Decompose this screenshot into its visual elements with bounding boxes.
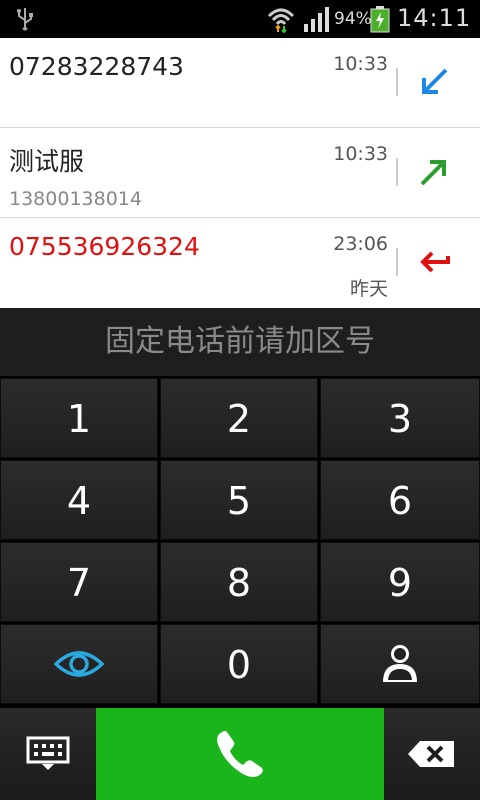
key-2[interactable]: 2: [160, 378, 318, 458]
phone-icon: [217, 731, 263, 777]
call-log-item[interactable]: 075536926324 23:06 昨天: [0, 218, 480, 307]
key-6[interactable]: 6: [320, 460, 480, 540]
missed-call-icon[interactable]: [416, 244, 452, 280]
keyboard-toggle-button[interactable]: [0, 708, 96, 800]
wifi-icon: [267, 8, 295, 34]
bottom-bar: [0, 708, 480, 800]
call-log-item[interactable]: 测试服 13800138014 10:33: [0, 128, 480, 218]
area-code-hint: 固定电话前请加区号: [0, 308, 480, 378]
call-number: 075536926324: [9, 232, 200, 261]
key-8[interactable]: 8: [160, 542, 318, 622]
outgoing-call-icon[interactable]: [416, 154, 452, 190]
battery-charging-icon: [370, 6, 390, 33]
call-contact-name: 测试服: [9, 147, 85, 176]
divider: [396, 248, 398, 276]
key-1[interactable]: 1: [0, 378, 158, 458]
call-date: 昨天: [349, 278, 388, 300]
dialpad: 1 2 3 4 5 6 7 8 9 0: [0, 378, 480, 706]
key-5[interactable]: 5: [160, 460, 318, 540]
contact-icon: [383, 645, 417, 682]
contacts-button[interactable]: [320, 624, 480, 704]
call-number: 13800138014: [9, 188, 142, 210]
eye-button[interactable]: [0, 624, 158, 704]
call-number: 07283228743: [9, 52, 184, 81]
call-time: 23:06: [333, 233, 388, 255]
divider: [396, 68, 398, 96]
key-0[interactable]: 0: [160, 624, 318, 704]
clock: 14:11: [397, 4, 472, 32]
divider: [396, 158, 398, 186]
call-time: 10:33: [333, 143, 388, 165]
incoming-call-icon[interactable]: [416, 64, 452, 100]
call-log-item[interactable]: 07283228743 10:33: [0, 38, 480, 128]
call-log-list: 07283228743 10:33 测试服 13800138014 10:33 …: [0, 38, 480, 308]
eye-icon: [54, 651, 104, 677]
key-7[interactable]: 7: [0, 542, 158, 622]
key-9[interactable]: 9: [320, 542, 480, 622]
battery-percentage: 94%: [334, 9, 372, 29]
status-bar: 94% 14:11: [0, 0, 480, 38]
key-4[interactable]: 4: [0, 460, 158, 540]
signal-icon: [304, 7, 329, 32]
key-3[interactable]: 3: [320, 378, 480, 458]
call-time: 10:33: [333, 53, 388, 75]
usb-icon: [17, 8, 33, 31]
delete-button[interactable]: [384, 708, 480, 800]
call-button[interactable]: [96, 708, 384, 800]
keyboard-icon: [26, 736, 70, 770]
backspace-icon: [408, 741, 454, 767]
